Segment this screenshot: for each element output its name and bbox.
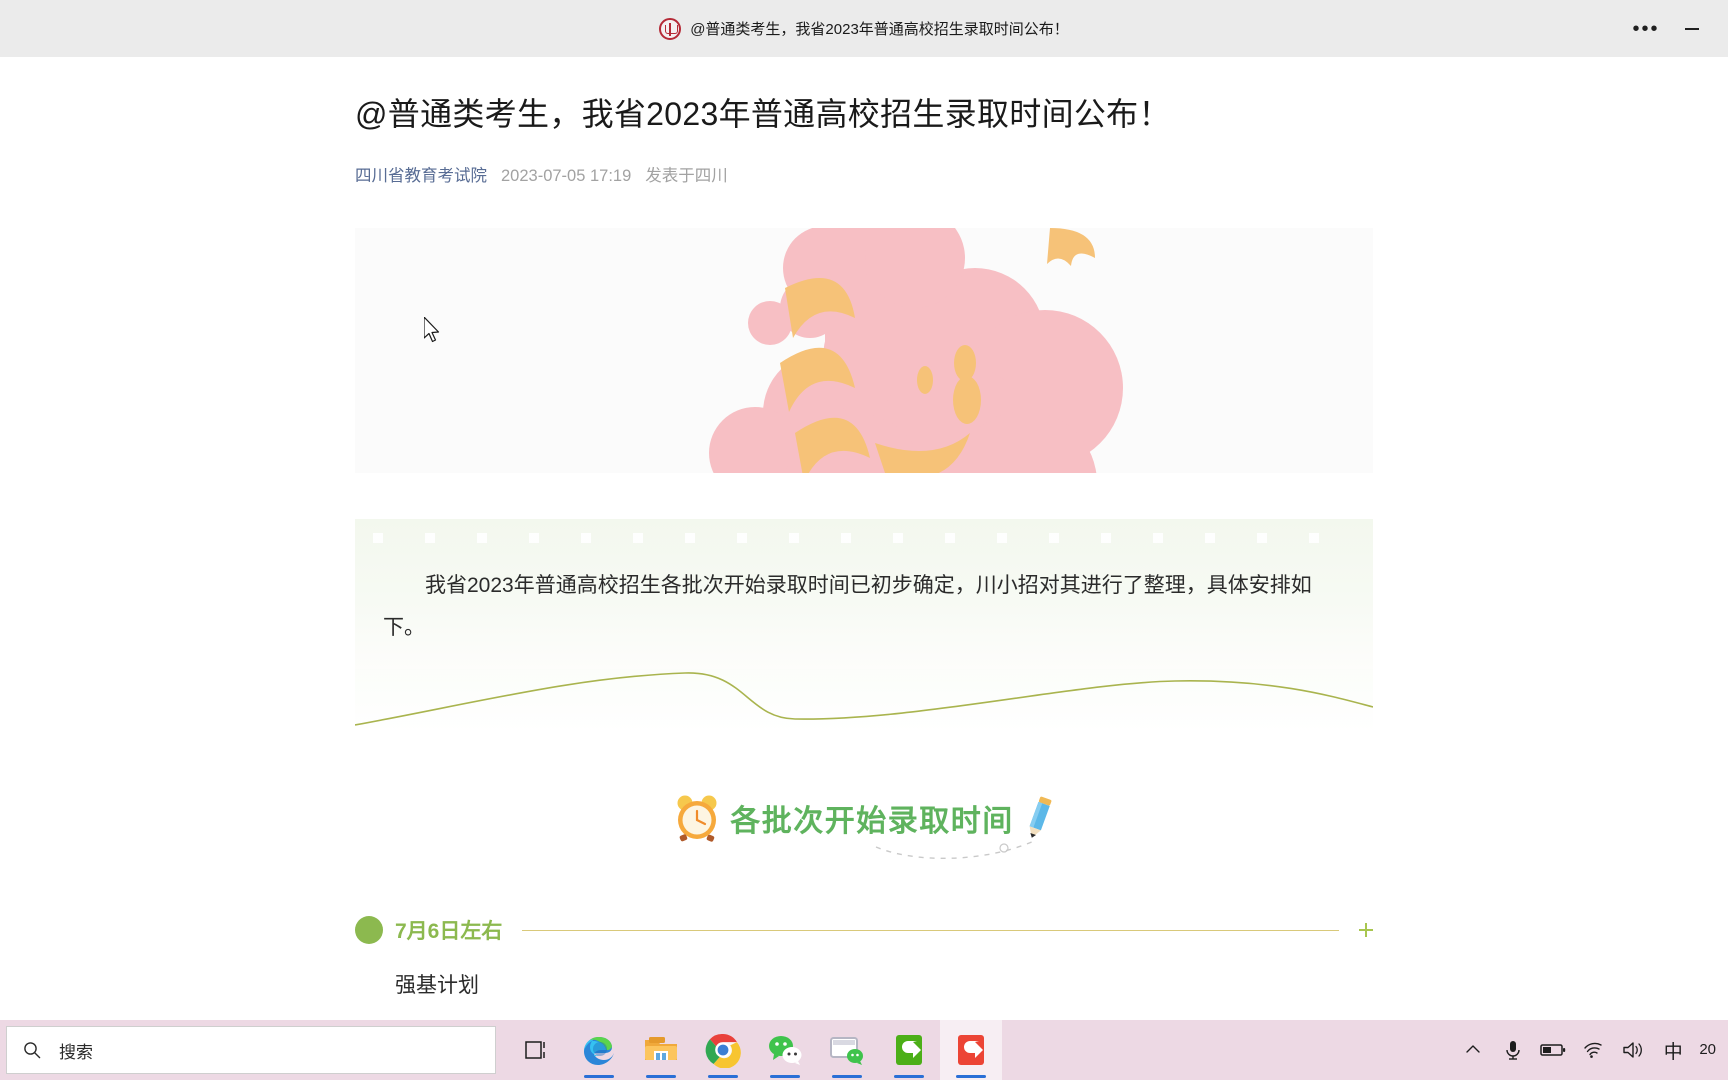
article-scroll-area[interactable]: @普通类考生，我省2023年普通高校招生录取时间公布！ 四川省教育考试院 202… xyxy=(0,57,1728,1020)
section-heading: 各批次开始录取时间 xyxy=(355,793,1373,860)
titlebar-center-group: @普通类考生，我省2023年普通高校招生录取时间公布！ xyxy=(659,17,1069,40)
wps-green-icon xyxy=(896,1035,922,1065)
microsoft-edge-icon xyxy=(584,1037,614,1065)
app-running-indicator xyxy=(894,1075,924,1078)
chevron-up-icon xyxy=(1466,1045,1481,1053)
taskbar-camtasia-button[interactable] xyxy=(940,1020,1002,1080)
intro-paragraph: 我省2023年普通高校招生各批次开始录取时间已初步确定，川小招对其进行了整理，具… xyxy=(383,574,1312,640)
search-input[interactable]: 搜索 xyxy=(6,1026,496,1074)
timeline-date: 7月6日左右 xyxy=(395,920,503,944)
battery-icon xyxy=(1540,1044,1566,1056)
window-controls: ••• xyxy=(1624,0,1714,57)
app-running-indicator xyxy=(956,1075,986,1078)
more-dots-icon: ••• xyxy=(1632,17,1660,40)
taskbar-wps-button[interactable] xyxy=(878,1020,940,1080)
hero-illustration-svg xyxy=(355,228,1373,474)
search-placeholder: 搜索 xyxy=(59,1042,93,1062)
heading-underline-decor xyxy=(875,840,1035,860)
timeline-bullet-icon xyxy=(355,916,383,945)
ime-indicator-button[interactable]: 中 xyxy=(1653,1020,1693,1080)
app-running-indicator xyxy=(584,1075,614,1078)
task-view-icon xyxy=(525,1041,545,1059)
wechat-devtools-icon xyxy=(830,1037,863,1065)
page-title: @普通类考生，我省2023年普通高校招生录取时间公布！ xyxy=(355,96,1171,132)
google-chrome-icon xyxy=(705,1033,741,1068)
decorative-wave xyxy=(355,663,1373,734)
microphone-icon xyxy=(1506,1041,1521,1060)
site-logo-icon xyxy=(659,17,682,40)
decorative-wave-svg xyxy=(355,672,1373,727)
volume-button[interactable] xyxy=(1613,1020,1653,1080)
taskbar-file-explorer-button[interactable] xyxy=(630,1020,692,1080)
show-hidden-icons-button[interactable] xyxy=(1453,1020,1493,1080)
minimize-button[interactable] xyxy=(1670,9,1714,49)
intro-quote-block: 我省2023年普通高校招生各批次开始录取时间已初步确定，川小招对其进行了整理，具… xyxy=(355,519,1373,670)
alarm-clock-icon xyxy=(677,795,717,843)
battery-button[interactable] xyxy=(1533,1020,1573,1080)
microphone-button[interactable] xyxy=(1493,1020,1533,1080)
account-name-link[interactable]: 四川省教育考试院 xyxy=(355,162,487,186)
wifi-icon xyxy=(1584,1042,1603,1058)
camtasia-red-icon xyxy=(958,1035,984,1065)
taskbar-wechat-devtools-button[interactable] xyxy=(816,1020,878,1080)
timeline-body: 强基计划 xyxy=(395,974,479,998)
app-running-indicator xyxy=(832,1075,862,1078)
decorative-dash-row xyxy=(373,533,1355,544)
volume-icon xyxy=(1623,1042,1643,1058)
app-running-indicator xyxy=(708,1075,738,1078)
windows-taskbar: 搜索 中 20 xyxy=(0,1020,1728,1080)
sparkle-icon xyxy=(1359,923,1373,938)
article-window: @普通类考生，我省2023年普通高校招生录取时间公布！ ••• @普通类考生，我… xyxy=(0,0,1728,1020)
file-explorer-icon xyxy=(645,1037,677,1060)
taskbar-task-view-button[interactable] xyxy=(506,1020,568,1080)
taskbar-app-list xyxy=(506,1020,1002,1080)
minimize-icon xyxy=(1685,27,1699,30)
timeline-entry: 7月6日左右 强基计划 xyxy=(355,915,1373,1005)
pencil-icon xyxy=(1029,797,1052,839)
timeline-rule xyxy=(522,929,1339,931)
publish-location: 发表于四川 xyxy=(645,167,728,186)
system-tray: 中 20 xyxy=(1453,1020,1728,1080)
article-content: @普通类考生，我省2023年普通高校招生录取时间公布！ 四川省教育考试院 202… xyxy=(355,57,1373,1005)
taskbar-google-chrome-button[interactable] xyxy=(692,1020,754,1080)
search-icon xyxy=(24,1042,41,1059)
taskbar-wechat-button[interactable] xyxy=(754,1020,816,1080)
wifi-button[interactable] xyxy=(1573,1020,1613,1080)
hero-illustration xyxy=(355,228,1373,474)
taskbar-microsoft-edge-button[interactable] xyxy=(568,1020,630,1080)
app-running-indicator xyxy=(770,1075,800,1078)
window-titlebar: @普通类考生，我省2023年普通高校招生录取时间公布！ ••• xyxy=(0,0,1728,57)
publish-time: 2023-07-05 17:19 xyxy=(501,167,632,186)
section-heading-text: 各批次开始录取时间 xyxy=(730,805,1014,839)
timeline-header-row: 7月6日左右 xyxy=(355,915,1373,945)
wechat-icon xyxy=(769,1036,802,1065)
taskbar-clock[interactable]: 20 xyxy=(1693,1041,1724,1059)
window-title: @普通类考生，我省2023年普通高校招生录取时间公布！ xyxy=(690,21,1069,38)
article-byline: 四川省教育考试院 2023-07-05 17:19 发表于四川 xyxy=(355,162,1373,186)
more-options-button[interactable]: ••• xyxy=(1624,9,1668,49)
app-running-indicator xyxy=(646,1075,676,1078)
